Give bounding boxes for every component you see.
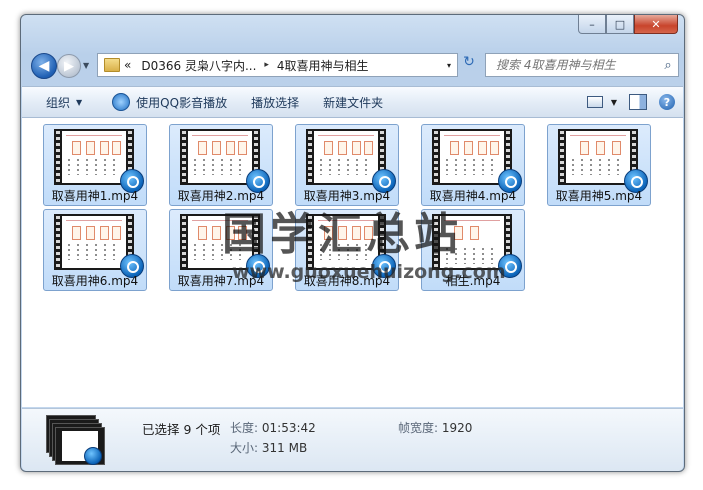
- history-dropdown-icon[interactable]: ▼: [83, 61, 89, 70]
- refresh-button[interactable]: ↻: [459, 54, 479, 74]
- size-label: 大小:: [230, 441, 259, 455]
- organize-label: 组织: [46, 95, 71, 110]
- file-item[interactable]: 取喜用神6.mp4: [43, 209, 147, 291]
- length-property: 长度: 01:53:42: [230, 419, 316, 436]
- new-folder-button[interactable]: 新建文件夹: [315, 90, 391, 114]
- play-with-qq-button[interactable]: 使用QQ影音播放: [104, 90, 235, 114]
- search-box[interactable]: ⌕: [485, 53, 679, 77]
- file-item[interactable]: 取喜用神4.mp4: [421, 124, 525, 206]
- forward-button[interactable]: ▶: [57, 54, 81, 78]
- view-options-chevron-icon[interactable]: ▼: [611, 98, 617, 107]
- file-item[interactable]: 取喜用神2.mp4: [169, 124, 273, 206]
- length-label: 长度:: [230, 421, 259, 435]
- address-bar[interactable]: « D0366 灵枭八字内... ▸ 4取喜用神与相生 ▾: [97, 53, 458, 77]
- selection-count: 已选择 9 个项: [142, 422, 221, 437]
- file-name: 取喜用神1.mp4: [51, 189, 139, 203]
- watermark-title: 国学汇总站: [222, 209, 462, 260]
- preview-pane-icon[interactable]: [629, 94, 647, 110]
- navigation-bar: ◀ ▶ ▼ « D0366 灵枭八字内... ▸ 4取喜用神与相生 ▾ ↻ ⌕: [29, 51, 679, 81]
- caption-buttons: – □ ✕: [578, 15, 678, 34]
- details-pane: 已选择 9 个项 长度: 01:53:42 大小: 311 MB 帧宽度: 19…: [22, 408, 683, 471]
- file-item[interactable]: 取喜用神3.mp4: [295, 124, 399, 206]
- minimize-button[interactable]: –: [578, 15, 606, 34]
- maximize-button[interactable]: □: [606, 15, 634, 34]
- address-overflow-icon[interactable]: «: [124, 58, 131, 72]
- change-view-icon[interactable]: [586, 96, 603, 108]
- help-icon[interactable]: ?: [659, 94, 675, 110]
- back-button[interactable]: ◀: [31, 53, 57, 79]
- watermark-url: www.guoxuehuizong.com: [232, 261, 506, 283]
- breadcrumb-segment-parent[interactable]: D0366 灵枭八字内...: [141, 57, 256, 74]
- folder-icon: [104, 58, 120, 72]
- qq-player-icon: [84, 447, 102, 465]
- chevron-down-icon: ▼: [76, 97, 83, 107]
- address-dropdown-icon[interactable]: ▾: [441, 61, 457, 70]
- size-value: 311 MB: [261, 441, 308, 455]
- play-with-qq-label: 使用QQ影音播放: [136, 95, 228, 110]
- breadcrumb-segment-current[interactable]: 4取喜用神与相生: [277, 57, 441, 74]
- search-icon[interactable]: ⌕: [658, 58, 678, 73]
- search-input[interactable]: [494, 57, 658, 73]
- close-button[interactable]: ✕: [634, 15, 678, 34]
- command-bar: 组织 ▼ 使用QQ影音播放 播放选择 新建文件夹 ▼ ?: [22, 86, 683, 118]
- file-name: 取喜用神5.mp4: [555, 189, 643, 203]
- file-item[interactable]: 取喜用神1.mp4: [43, 124, 147, 206]
- qq-player-icon: [112, 93, 131, 111]
- size-property: 大小: 311 MB: [230, 439, 307, 456]
- length-value: 01:53:42: [261, 421, 316, 435]
- file-item[interactable]: 取喜用神5.mp4: [547, 124, 651, 206]
- file-name: 取喜用神6.mp4: [51, 274, 139, 288]
- frame-width-value: 1920: [441, 421, 473, 435]
- play-selected-button[interactable]: 播放选择: [243, 90, 307, 114]
- organize-button[interactable]: 组织 ▼: [22, 90, 90, 114]
- breadcrumb-separator-icon[interactable]: ▸: [264, 60, 269, 70]
- selection-stack-thumbnail: [46, 415, 105, 465]
- frame-width-property: 帧宽度: 1920: [398, 419, 472, 436]
- frame-width-label: 帧宽度:: [398, 421, 439, 435]
